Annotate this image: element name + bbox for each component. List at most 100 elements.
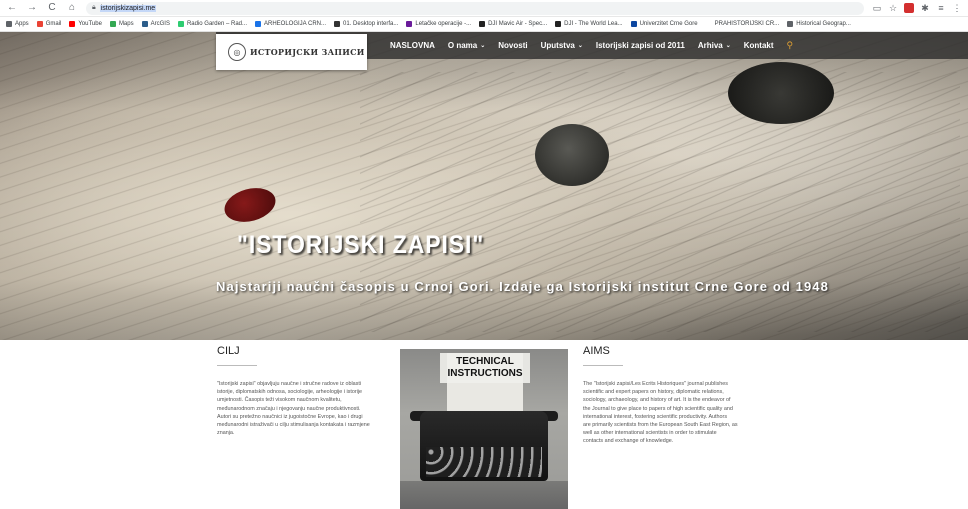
bookmark-favicon-icon	[255, 21, 261, 27]
bookmark-label: Radio Garden – Rad...	[186, 21, 247, 27]
nav-menu: NASLOVNA O nama ⌄ Novosti Uputstva ⌄ Istorijsk…	[390, 32, 793, 59]
bookmark-item[interactable]: YouTube	[69, 21, 102, 27]
aims-heading: AIMS	[583, 345, 610, 357]
reading-list-icon[interactable]: ≡	[936, 3, 946, 13]
bookmark-item[interactable]: Apps	[6, 21, 29, 27]
text-line: contacts and exchange of knowledge.	[583, 438, 674, 445]
browser-toolbar: ← → C ⌂ 🔒︎ istorijskizapisi.me ▭ ☆ ✱ ≡ ⋮	[0, 0, 968, 17]
address-bar[interactable]: 🔒︎ istorijskizapisi.me	[86, 1, 864, 15]
logo-emblem-icon: ◎	[228, 43, 246, 61]
bookmark-favicon-icon	[69, 21, 76, 27]
bookmark-label: DJI Mavic Air - Spec...	[488, 21, 548, 27]
bookmark-item[interactable]: Letačke operacije -...	[406, 21, 471, 27]
reload-icon[interactable]: C	[46, 2, 58, 14]
home-icon[interactable]: ⌂	[66, 2, 78, 14]
bookmark-item[interactable]: ARHEOLOGIJA CRN...	[255, 21, 326, 27]
text-line: umjetnosti. Časopis teži visokom naučnom…	[217, 397, 342, 404]
nav-item-label: Uputstva	[540, 41, 575, 50]
bookmark-item[interactable]: ArcGIS	[141, 21, 170, 27]
hero-banner: "ISTORIJSKI ZAPISI" Najstariji naučni ča…	[0, 32, 968, 340]
chevron-down-icon: ⌄	[480, 43, 486, 49]
nav-item-label: O nama	[447, 41, 478, 50]
text-line: well as other international scientists i…	[583, 430, 717, 437]
nav-item-label: Istorijski zapisi od 2011	[595, 41, 685, 50]
technical-instructions-image[interactable]: TECHNICAL INSTRUCTIONS	[400, 349, 568, 509]
bookmark-label: PRAHISTORIJSKI CR...	[714, 21, 780, 27]
nav-item-label: NASLOVNA	[390, 41, 435, 50]
bookmark-favicon-icon	[555, 21, 562, 27]
hero-title: "ISTORIJSKI ZAPISI"	[237, 231, 485, 259]
nav-item[interactable]: Arhiva ⌄	[698, 41, 731, 50]
site-logo[interactable]: ◎ ИСТОРИЈСКИ ЗАПИСИ	[216, 34, 367, 70]
technical-instructions-label: TECHNICAL INSTRUCTIONS	[440, 353, 530, 383]
aims-text: The "Istorijski zapisi/Les Ecrits Histor…	[583, 380, 763, 446]
bookmark-favicon-icon	[109, 21, 116, 27]
technical-label-line2: INSTRUCTIONS	[447, 368, 523, 379]
text-line: the Journal to give place to papers of h…	[583, 405, 733, 412]
bookmark-favicon-icon	[6, 21, 12, 27]
bookmark-item[interactable]: Radio Garden – Rad...	[177, 21, 247, 27]
cilj-divider	[217, 365, 257, 366]
nav-item-label: Novosti	[498, 41, 528, 50]
bookmarks-bar: Apps Gmail YouTube Maps ArcGIS Radio Garden –…	[0, 17, 968, 32]
bookmark-favicon-icon	[705, 21, 712, 27]
chevron-down-icon: ⌄	[577, 43, 583, 49]
bookmark-favicon-icon	[36, 21, 43, 27]
bookmark-label: ARHEOLOGIJA CRN...	[264, 21, 327, 27]
text-line: are primarily scientists from the Europe…	[583, 422, 738, 429]
cilj-heading: CILJ	[217, 345, 240, 357]
bookmark-favicon-icon	[630, 21, 637, 27]
bookmark-label: Apps	[15, 21, 29, 27]
text-line: Autori su pretežno naučnici iz jugoistoč…	[217, 413, 363, 420]
nav-item[interactable]: Kontakt	[744, 41, 774, 50]
menu-icon[interactable]: ⋮	[952, 3, 962, 13]
bookmark-label: ArcGIS	[150, 21, 170, 27]
bookmark-item[interactable]: DJI - The World Lea...	[555, 21, 623, 27]
text-line: scientific and expert papers on history,…	[583, 389, 724, 396]
nav-item-label: Kontakt	[743, 41, 774, 50]
back-icon[interactable]: ←	[6, 2, 18, 14]
bookmark-label: Maps	[118, 21, 134, 27]
extensions-puzzle-icon[interactable]: ✱	[920, 3, 930, 13]
pdf-extension-icon[interactable]	[904, 3, 914, 13]
bookmark-label: Univerzitet Crne Gore	[639, 21, 698, 27]
text-line: international interest, fostering scient…	[583, 413, 728, 420]
bookmark-item[interactable]: Univerzitet Crne Gore	[630, 21, 698, 27]
text-line: istorije, diplomatskih odnosa, sociologi…	[217, 389, 363, 396]
nav-item[interactable]: O nama ⌄	[448, 41, 485, 50]
lock-icon: 🔒︎	[92, 4, 96, 11]
bookmark-label: YouTube	[78, 21, 102, 27]
cast-icon[interactable]: ▭	[872, 3, 882, 13]
cilj-text: "Istorijski zapisi" objavljuju naučne i …	[217, 380, 397, 437]
nav-item[interactable]: Uputstva ⌄	[541, 41, 583, 50]
logo-text: ИСТОРИЈСКИ ЗАПИСИ	[250, 47, 365, 57]
url-text[interactable]: istorijskizapisi.me	[99, 4, 157, 12]
text-line: međunarodnom značaju i njegovanju naučne…	[217, 405, 361, 412]
nav-item[interactable]: Novosti	[498, 41, 527, 50]
nav-item[interactable]: Istorijski zapisi od 2011	[596, 41, 685, 50]
bookmark-favicon-icon	[787, 21, 794, 27]
star-icon[interactable]: ☆	[888, 3, 898, 13]
bookmark-item[interactable]: Maps	[109, 21, 134, 27]
search-icon[interactable]: ⚲	[787, 40, 794, 51]
nav-item[interactable]: NASLOVNA	[390, 41, 435, 50]
bookmark-label: DJI - The World Lea...	[564, 21, 623, 27]
bookmark-item[interactable]: Gmail	[36, 21, 62, 27]
text-line: "Istorijski zapisi" objavljuju naučne i …	[217, 381, 362, 387]
bookmark-item[interactable]: Historical Geograp...	[787, 21, 851, 27]
bookmark-item[interactable]: DJI Mavic Air - Spec...	[479, 21, 547, 27]
bookmark-label: 01. Desktop interfa...	[343, 21, 399, 27]
bookmark-item[interactable]: 01. Desktop interfa...	[334, 21, 398, 27]
text-line: znanja.	[217, 430, 235, 437]
bookmark-favicon-icon	[406, 21, 413, 27]
bookmark-label: Letačke operacije -...	[415, 21, 472, 27]
typewriter-base	[400, 481, 568, 509]
bookmark-favicon-icon	[479, 21, 486, 27]
text-line: sociology, archaeology, and history of a…	[583, 397, 731, 404]
technical-label-line1: TECHNICAL	[456, 356, 514, 367]
text-line: The "Istorijski zapisi/Les Ecrits Histor…	[583, 381, 728, 387]
aims-divider	[583, 365, 623, 366]
forward-icon[interactable]: →	[26, 2, 38, 14]
bookmark-label: Gmail	[45, 21, 62, 27]
bookmark-item[interactable]: PRAHISTORIJSKI CR...	[705, 21, 780, 27]
